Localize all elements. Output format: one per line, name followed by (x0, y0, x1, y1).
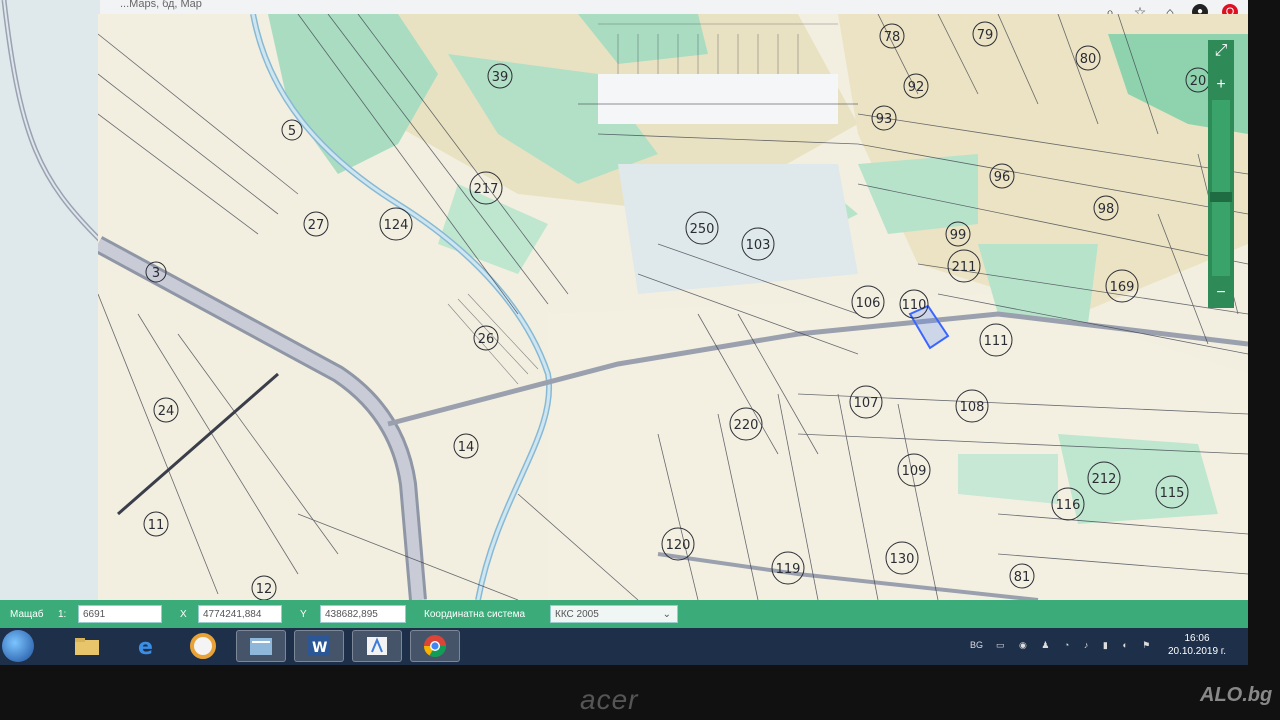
svg-text:12: 12 (256, 582, 273, 597)
svg-text:24: 24 (158, 404, 175, 419)
svg-text:78: 78 (884, 30, 901, 45)
x-label: X (180, 609, 187, 620)
svg-text:119: 119 (776, 562, 801, 577)
svg-text:107: 107 (854, 396, 879, 411)
svg-text:W: W (312, 640, 327, 656)
scale-prefix: 1: (58, 609, 67, 620)
coordinate-bar: Мащаб 1: 6691 X 4774241,884 Y 438682,895… (0, 600, 1248, 628)
address-bar[interactable]: ...Maps, бд, Map (120, 0, 202, 10)
zoom-control: ⤢ + − (1208, 40, 1234, 308)
coordinate-system-value: ККС 2005 (555, 609, 599, 620)
svg-text:106: 106 (856, 296, 881, 311)
svg-text:e: e (138, 635, 153, 658)
x-coordinate-field[interactable]: 4774241,884 (198, 605, 282, 623)
monitor-right-bezel (1248, 0, 1280, 665)
svg-text:115: 115 (1160, 486, 1185, 501)
svg-text:3: 3 (152, 266, 160, 281)
svg-text:130: 130 (890, 552, 915, 567)
left-side-panel (0, 0, 102, 600)
y-label: Y (300, 609, 307, 620)
svg-text:111: 111 (984, 334, 1009, 349)
svg-text:27: 27 (308, 218, 325, 233)
svg-text:20: 20 (1190, 74, 1207, 89)
scale-label: Мащаб (10, 609, 44, 620)
svg-text:211: 211 (952, 260, 977, 275)
chrome-taskbar-icon[interactable] (410, 630, 460, 662)
svg-text:96: 96 (994, 170, 1011, 185)
coordinate-system-select[interactable]: ККС 2005 ⌄ (550, 605, 678, 623)
svg-text:109: 109 (902, 464, 927, 479)
svg-text:11: 11 (148, 518, 165, 533)
monitor-bezel (0, 665, 1280, 720)
svg-text:5: 5 (288, 124, 296, 139)
svg-text:212: 212 (1092, 472, 1117, 487)
svg-text:98: 98 (1098, 202, 1115, 217)
taskbar-clock[interactable]: 16:06 20.10.2019 г. (1165, 632, 1229, 658)
svg-text:116: 116 (1056, 498, 1081, 513)
svg-text:169: 169 (1110, 280, 1135, 295)
screen: ...Maps, бд, Map ⌕ ☆ ⌂ ● O 78 79 80 20 3… (0, 0, 1248, 665)
svg-text:217: 217 (474, 182, 499, 197)
zoom-slider-handle[interactable] (1210, 192, 1232, 202)
system-tray-icons[interactable]: ▭ ◉ ♟ ◔ ♪ ▮ ◐ ⚑ (996, 640, 1156, 651)
word-taskbar-icon[interactable]: W (294, 630, 344, 662)
clock-time: 16:06 (1184, 633, 1210, 644)
language-indicator[interactable]: BG (970, 640, 983, 650)
internet-explorer-icon[interactable]: e (122, 630, 172, 662)
svg-text:220: 220 (734, 418, 759, 433)
svg-text:80: 80 (1080, 52, 1097, 67)
zoom-in-button[interactable]: + (1208, 74, 1234, 96)
svg-text:110: 110 (902, 298, 927, 313)
expand-icon[interactable]: ⤢ (1208, 40, 1234, 62)
svg-text:92: 92 (908, 80, 925, 95)
svg-text:93: 93 (876, 112, 893, 127)
y-coordinate-field[interactable]: 438682,895 (320, 605, 406, 623)
svg-text:26: 26 (478, 332, 495, 347)
start-button[interactable] (2, 630, 34, 662)
svg-text:108: 108 (960, 400, 985, 415)
paint-taskbar-icon[interactable] (352, 630, 402, 662)
chevron-down-icon: ⌄ (662, 609, 671, 620)
svg-text:14: 14 (458, 440, 475, 455)
watermark: ALO.bg (1200, 684, 1273, 706)
cadastral-map[interactable]: 78 79 80 20 39 92 93 5 217 96 27 124 250… (98, 14, 1248, 600)
file-manager-taskbar-icon[interactable] (236, 630, 286, 662)
svg-text:39: 39 (492, 70, 509, 85)
windows-taskbar: e W BG ▭ ◉ ♟ ◔ ♪ ▮ ◐ ⚑ 16:06 20.10.2019 … (0, 628, 1248, 665)
scale-input[interactable]: 6691 (78, 605, 162, 623)
clock-date: 20.10.2019 г. (1167, 646, 1227, 657)
svg-text:99: 99 (950, 228, 967, 243)
coordinate-system-label: Координатна система (424, 609, 526, 620)
svg-text:120: 120 (666, 538, 691, 553)
svg-text:81: 81 (1014, 570, 1031, 585)
svg-text:103: 103 (746, 238, 771, 253)
svg-text:250: 250 (690, 222, 715, 237)
explorer-taskbar-icon[interactable] (62, 630, 112, 662)
zoom-slider-track[interactable] (1212, 100, 1230, 276)
svg-text:79: 79 (977, 28, 994, 43)
opera-taskbar-icon[interactable] (178, 630, 228, 662)
zoom-out-button[interactable]: − (1208, 282, 1234, 304)
svg-text:124: 124 (384, 218, 409, 233)
left-panel-road (1, 0, 102, 242)
monitor-brand-logo: acer (580, 684, 639, 715)
